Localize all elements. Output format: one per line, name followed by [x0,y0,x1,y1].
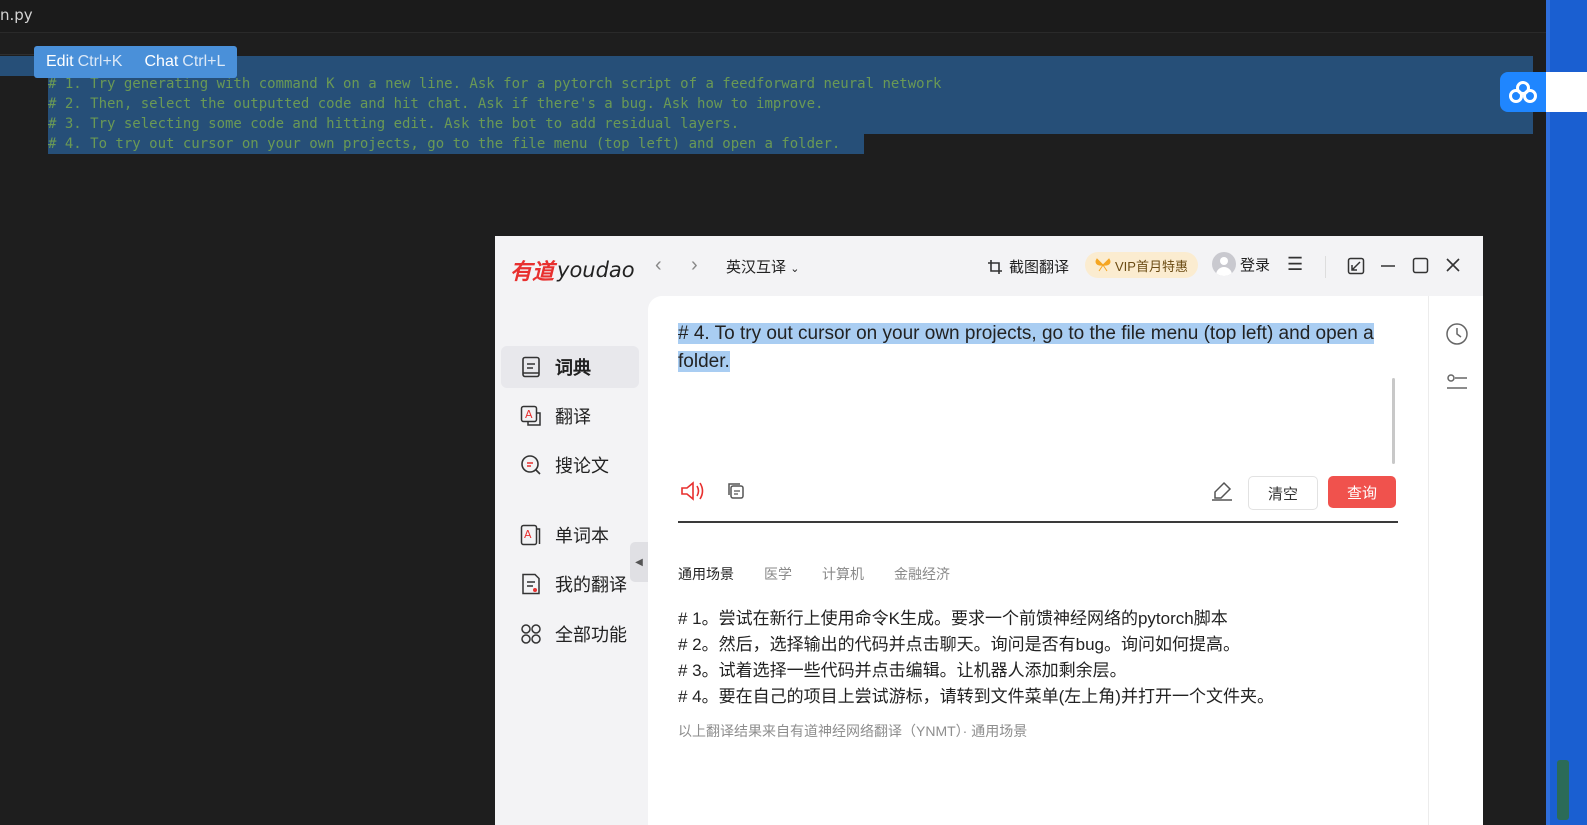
vip-label: VIP首月特惠 [1115,258,1188,274]
clear-button[interactable]: 清空 [1248,476,1318,510]
result-line: # 1。尝试在新行上使用命令K生成。要求一个前馈神经网络的pytorch脚本 [678,609,1228,628]
grid-icon [519,622,543,646]
strip-edge [1546,0,1550,825]
minimap-indicator [1557,760,1569,820]
selected-source-text: # 4. To try out cursor on your own proje… [678,323,1374,372]
code-line-4[interactable]: # 4. To try out cursor on your own proje… [48,134,840,154]
close-icon[interactable] [1445,257,1461,273]
tab-computer[interactable]: 计算机 [822,564,864,584]
title-bar: 有道 youdao ‹ › 英汉互译 ⌄ 截图翻译 VIP首月特惠 登录 ☰ [495,236,1483,296]
tab-general[interactable]: 通用场景 [678,564,734,584]
sidebar-item-dictionary[interactable]: 词典 [501,346,639,388]
sidebar-item-translate[interactable]: A 翻译 [501,395,639,437]
pin-window-icon[interactable] [1347,257,1365,275]
history-icon[interactable] [1445,322,1469,346]
copy-icon[interactable] [726,481,746,501]
scene-tabs: 通用场景 医学 计算机 金融经济 [678,564,950,584]
sidebar-label: 我的翻译 [555,575,627,596]
source-input[interactable]: # 4. To try out cursor on your own proje… [678,320,1403,376]
chat-shortcut: Ctrl+L [182,53,226,70]
sidebar-item-all-features[interactable]: 全部功能 [501,613,639,655]
float-button-tail [1546,72,1587,112]
book-icon [519,355,543,379]
avatar [1212,252,1236,276]
document-icon [519,572,543,596]
sidebar-label: 单词本 [555,526,609,547]
sidebar-label: 翻译 [555,407,591,428]
sidebar-label: 全部功能 [555,625,627,646]
vip-badge[interactable]: VIP首月特惠 [1085,252,1198,278]
title-divider [1325,256,1326,278]
result-line: # 2。然后，选择输出的代码并点击聊天。询问是否有bug。询问如何提高。 [678,635,1240,654]
cloud-float-button[interactable] [1500,72,1546,112]
editor-tab-bar: n.py [0,0,1546,33]
right-panel [1428,296,1483,825]
sidebar-label: 词典 [555,358,591,379]
sidebar-item-my-translations[interactable]: 我的翻译 [501,563,639,605]
translate-icon: A [519,404,543,428]
back-icon[interactable]: ‹ [655,254,662,277]
query-button[interactable]: 查询 [1328,476,1396,508]
translation-result: # 1。尝试在新行上使用命令K生成。要求一个前馈神经网络的pytorch脚本 #… [678,606,1274,710]
sidebar-label: 搜论文 [555,456,609,477]
maximize-icon[interactable] [1412,257,1429,274]
speaker-icon[interactable] [680,480,706,502]
edit-hint-button[interactable]: Edit Ctrl+K [46,53,122,71]
forward-icon[interactable]: › [691,254,698,277]
language-mode-select[interactable]: 英汉互译 ⌄ [726,256,799,277]
chat-label: Chat [144,53,179,70]
tab-medicine[interactable]: 医学 [764,564,792,584]
wordbook-icon: A [519,523,543,547]
cloud-icon [1509,81,1537,103]
collapse-sidebar-button[interactable]: ◀ [630,542,648,582]
svg-text:A: A [524,528,532,541]
sidebar-item-search-papers[interactable]: 搜论文 [501,444,639,486]
chevron-down-icon: ⌄ [790,263,800,275]
tab-finance[interactable]: 金融经济 [894,564,950,584]
screenshot-translate-button[interactable]: 截图翻译 [987,256,1069,277]
input-divider [678,521,1398,523]
input-scrollbar[interactable] [1392,378,1395,464]
edit-shortcut: Ctrl+K [77,53,123,70]
mode-label: 英汉互译 [726,259,787,276]
right-edge-strip [1546,0,1587,825]
handwrite-icon[interactable] [1210,480,1234,502]
minimize-icon[interactable] [1380,257,1396,275]
edit-label: Edit [46,53,74,70]
youdao-window: 有道 youdao ‹ › 英汉互译 ⌄ 截图翻译 VIP首月特惠 登录 ☰ 词… [495,236,1483,825]
result-line: # 3。试着选择一些代码并点击编辑。让机器人添加剩余层。 [678,661,1127,680]
login-label: 登录 [1240,256,1271,274]
menu-icon[interactable]: ☰ [1287,254,1303,275]
login-button[interactable]: 登录 [1212,252,1270,276]
result-line: # 4。要在自己的项目上尝试游标，请转到文件菜单(左上角)并打开一个文件夹。 [678,687,1274,706]
logo-en: youdao [557,258,635,282]
input-toolbar: 清空 查询 [678,476,1398,516]
settings-slider-icon[interactable] [1445,372,1469,396]
file-tab[interactable]: n.py [0,6,33,24]
edit-chat-hint: Edit Ctrl+K Chat Ctrl+L [34,46,238,78]
chat-hint-button[interactable]: Chat Ctrl+L [144,53,225,71]
sidebar: 词典 A 翻译 搜论文 A 单词本 我的翻译 全部功能 ◀ [495,296,648,825]
logo-cn: 有道 [510,260,555,285]
code-line-2[interactable]: # 2. Then, select the outputted code and… [48,94,823,114]
code-line-3[interactable]: # 3. Try selecting some code and hitting… [48,114,739,134]
search-paper-icon [519,453,543,477]
screenshot-translate-label: 截图翻译 [1009,259,1070,276]
youdao-logo: 有道 youdao [510,254,635,286]
svg-text:A: A [525,408,533,421]
butterfly-icon [1095,258,1111,272]
translation-card: # 4. To try out cursor on your own proje… [648,296,1428,825]
sidebar-item-wordbook[interactable]: A 单词本 [501,514,639,556]
crop-icon [988,259,1002,274]
source-note: 以上翻译结果来自有道神经网络翻译（YNMT）· 通用场景 [678,723,1028,739]
